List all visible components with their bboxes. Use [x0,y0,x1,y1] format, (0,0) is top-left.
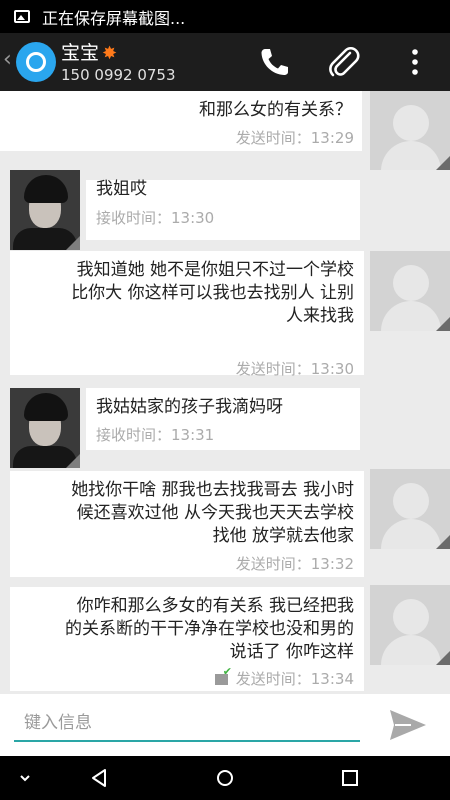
my-avatar[interactable] [370,469,450,549]
message-time: 发送时间：13:29 [235,129,354,147]
message-time: 接收时间：13:30 [96,209,215,227]
contact-avatar[interactable] [10,170,80,250]
message-sent[interactable]: 我知道她 她不是你姐只不过一个学校 比你大 你这样可以我也去找别人 让别 人来找… [0,251,450,381]
phone-icon[interactable] [257,45,291,79]
nav-recents-icon[interactable] [338,766,362,790]
message-sent[interactable]: 她找你干啥 那我也去找我哥去 我小时 候还喜欢过他 从今天我也天天去学校 找他 … [0,469,450,577]
nav-back-icon[interactable] [88,766,112,790]
message-text: 我知道她 她不是你姐只不过一个学校 比你大 你这样可以我也去找别人 让别 人来找… [71,260,354,326]
message-text: 你咋和那么多女的有关系 我已经把我 的关系断的干干净净在学校也没和男的 说话了 … [65,596,354,662]
my-avatar[interactable] [370,91,450,170]
contact-avatar[interactable] [10,388,80,468]
message-input[interactable] [14,706,360,742]
send-icon[interactable] [388,706,428,744]
screenshot-notification-icon [14,10,30,23]
contact-number: 150 0992 0753 [61,66,176,84]
paperclip-icon[interactable] [327,45,361,79]
message-text: 和那么女的有关系？ [199,100,352,120]
message-time: 发送时间：13:34 [214,665,354,689]
my-avatar[interactable] [370,251,450,331]
message-text: 她找你干啥 那我也去找我哥去 我小时 候还喜欢过他 从今天我也天天去学校 找他 … [71,480,354,546]
message-text: 我姑姑家的孩子我滴妈呀 [96,397,283,417]
message-received[interactable]: 我姐哎 接收时间：13:30 [0,170,450,250]
navigation-bar [0,756,450,800]
overflow-menu-icon[interactable] [398,45,432,79]
nav-home-icon[interactable] [213,766,237,790]
delivered-check-icon [214,665,232,685]
chevron-left-icon[interactable]: ‹ [3,47,12,72]
message-sent[interactable]: 和那么女的有关系？ 发送时间：13:29 [0,91,450,171]
message-time: 发送时间：13:32 [235,555,354,573]
status-bar: 正在保存屏幕截图... [0,0,450,33]
messaging-app-logo[interactable] [16,42,56,82]
my-avatar[interactable] [370,585,450,665]
nav-down-icon[interactable] [13,766,37,790]
message-list[interactable]: 和那么女的有关系？ 发送时间：13:29 我姐哎 接收时间：13:30 我知道她… [0,91,450,694]
conversation-header: ‹ 宝宝 ✸ 150 0992 0753 [0,33,450,91]
message-text: 我姐哎 [96,179,147,199]
burst-emoji-icon: ✸ [102,43,118,64]
message-time: 接收时间：13:31 [96,426,215,444]
message-received[interactable]: 我姑姑家的孩子我滴妈呀 接收时间：13:31 [0,388,450,470]
compose-bar [0,694,450,756]
message-sent[interactable]: 你咋和那么多女的有关系 我已经把我 的关系断的干干净净在学校也没和男的 说话了 … [0,585,450,693]
contact-name: 宝宝 ✸ [61,42,118,64]
status-notification-text: 正在保存屏幕截图... [42,8,186,28]
message-time: 发送时间：13:30 [235,360,354,378]
